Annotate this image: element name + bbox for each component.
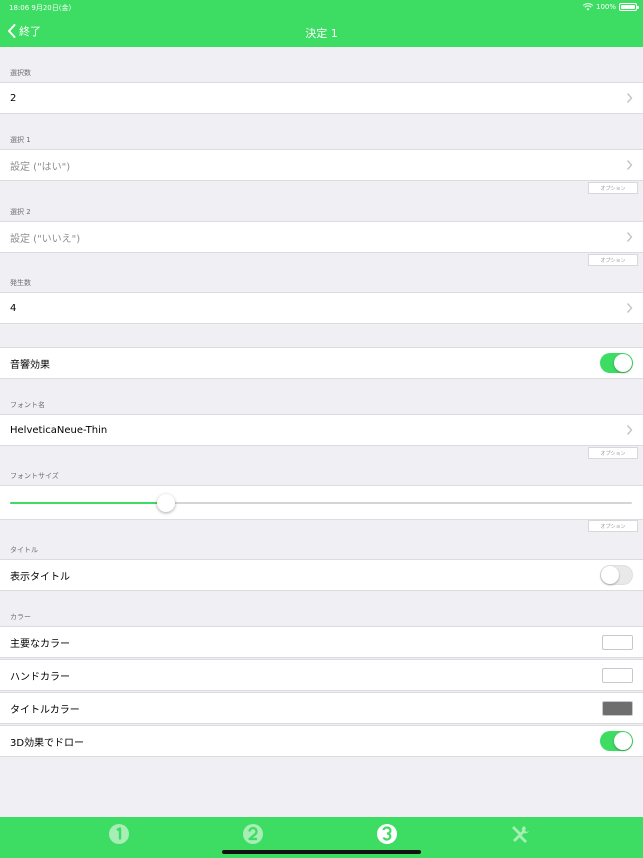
status-time-date: 18:06 9月20日(金) [9,4,72,12]
tools-icon [512,826,529,843]
title-color-swatch[interactable] [602,701,633,716]
choice-2-row[interactable]: 設定 ("いいえ") [0,221,643,253]
status-right: 100% [582,3,639,11]
font-size-slider-track[interactable] [10,502,632,504]
hand-color-label: ハンドカラー [10,671,70,683]
font-size-slider-thumb[interactable] [156,494,175,512]
section-header-title: タイトル [10,546,38,554]
occurrences-row[interactable]: 4 [0,292,643,324]
draw-3d-row: 3D効果でドロー [0,725,643,757]
color-row-main[interactable]: 主要なカラー [0,626,643,658]
number-1-icon [109,824,129,844]
choice-2-option-button[interactable]: オプション [588,254,638,266]
tab-1[interactable] [108,823,130,845]
number-2-icon [243,824,263,844]
chevron-right-icon [626,93,633,103]
section-header-font-size: フォントサイズ [10,472,59,480]
section-header-occurrences: 発生数 [10,279,31,287]
section-header-colors: カラー [10,613,31,621]
battery-icon [619,3,639,11]
choice-1-option-button[interactable]: オプション [588,182,638,194]
draw-3d-toggle[interactable] [600,731,633,751]
color-row-hand[interactable]: ハンドカラー [0,659,643,691]
sound-effects-toggle[interactable] [600,353,633,373]
show-title-row: 表示タイトル [0,559,643,591]
font-size-row [0,485,643,520]
sound-effects-row: 音響効果 [0,347,643,379]
chevron-right-icon [626,303,633,313]
wifi-icon [582,3,593,11]
page-title: 決定 1 [305,27,338,40]
font-name-value: HelveticaNeue-Thin [10,424,108,436]
choice-1-row[interactable]: 設定 ("はい") [0,149,643,181]
home-indicator [222,850,421,854]
draw-3d-label: 3D効果でドロー [10,737,85,749]
title-color-label: タイトルカラー [10,704,80,716]
chevron-right-icon [626,160,633,170]
sound-effects-label: 音響効果 [10,359,50,371]
main-color-label: 主要なカラー [10,638,70,650]
show-title-toggle[interactable] [600,565,633,585]
font-size-slider-fill [10,502,166,504]
main-color-swatch[interactable] [602,635,633,650]
show-title-label: 表示タイトル [10,571,70,583]
chevron-right-icon [626,232,633,242]
number-3-icon [377,824,397,844]
font-size-option-button[interactable]: オプション [588,520,638,532]
section-header-font-name: フォント名 [10,401,45,409]
font-name-row[interactable]: HelveticaNeue-Thin [0,414,643,446]
section-header-choice-2: 選択 2 [10,208,31,216]
choices-count-value: 2 [10,92,17,104]
section-header-choices-count: 選択数 [10,69,31,77]
section-header-choice-1: 選択 1 [10,136,31,144]
hand-color-swatch[interactable] [602,668,633,683]
tab-tools[interactable] [509,823,531,845]
choice-2-value: 設定 ("いいえ") [10,233,81,245]
tab-3[interactable] [376,823,398,845]
tab-2[interactable] [242,823,264,845]
occurrences-value: 4 [10,302,17,314]
color-row-title[interactable]: タイトルカラー [0,692,643,724]
chevron-right-icon [626,425,633,435]
choice-1-value: 設定 ("はい") [10,161,71,173]
battery-percent: 100% [595,3,616,11]
navigation-bar: 18:06 9月20日(金) 100% 終了 決定 1 [0,0,643,47]
choices-count-row[interactable]: 2 [0,82,643,114]
font-name-option-button[interactable]: オプション [588,447,638,459]
